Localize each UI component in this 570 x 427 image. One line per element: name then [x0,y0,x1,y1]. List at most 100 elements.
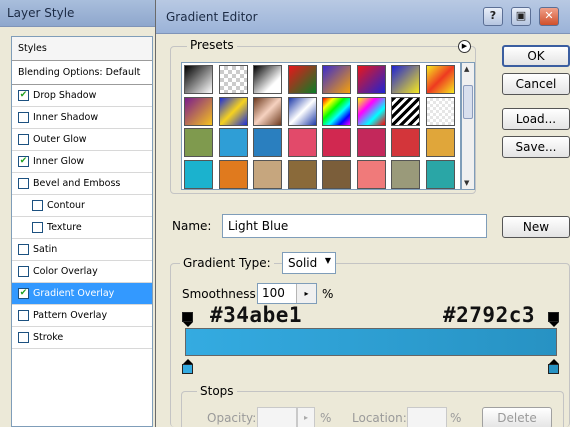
preset-swatch[interactable] [425,65,455,94]
preset-swatch[interactable] [184,128,213,157]
preset-swatch[interactable] [253,128,282,157]
style-item[interactable]: Texture [12,217,152,239]
smoothness-stepper-icon[interactable]: ▸ [296,284,316,303]
opacity-unit: % [320,411,332,425]
style-checkbox[interactable]: ✔ [18,90,29,101]
maximize-button[interactable]: ▣ [511,7,531,26]
preset-swatch[interactable] [322,65,351,94]
style-item[interactable]: ✔ Drop Shadow [12,85,152,107]
style-item-label: Satin [33,244,58,255]
scroll-up-icon[interactable]: ▲ [464,65,469,73]
preset-swatch[interactable] [391,128,420,157]
preset-swatch[interactable] [425,96,455,126]
preset-swatch[interactable] [322,96,351,126]
style-checkbox[interactable]: ✔ [18,288,29,299]
preset-swatch[interactable] [287,96,317,126]
load-button[interactable]: Load... [502,108,570,130]
preset-swatch[interactable] [253,65,282,94]
style-item[interactable]: Bevel and Emboss [12,173,152,195]
style-item-label: Bevel and Emboss [33,178,121,189]
preset-swatch[interactable] [391,159,420,189]
style-item[interactable]: ✔ Inner Glow [12,151,152,173]
gradient-editor-window: Gradient Editor ? ▣ ✕ Presets ▶ ▲ ▼ OK C… [155,0,570,427]
preset-swatch[interactable] [287,128,317,157]
preset-swatch[interactable] [253,96,282,126]
preset-swatch[interactable] [356,128,386,157]
style-checkbox[interactable] [18,112,29,123]
layer-style-titlebar[interactable]: Layer Style [0,0,161,27]
preset-swatch[interactable] [356,96,386,126]
new-button[interactable]: New [502,216,570,238]
delete-button[interactable]: Delete [482,407,552,427]
color-stop-left[interactable] [182,359,193,374]
preset-swatch[interactable] [425,159,455,189]
style-item[interactable]: ✔ Gradient Overlay [12,283,152,305]
style-item-label: Drop Shadow [33,90,97,101]
style-checkbox[interactable]: ✔ [18,156,29,167]
style-item-label: Inner Shadow [33,112,99,123]
color-stop-right[interactable] [548,359,559,374]
style-checkbox[interactable] [18,178,29,189]
blending-options[interactable]: Blending Options: Default [12,61,152,85]
gradient-editor-title: Gradient Editor [166,10,258,24]
style-checkbox[interactable] [18,310,29,321]
style-checkbox[interactable] [32,200,43,211]
preset-swatch[interactable] [184,159,213,189]
opacity-stop-right[interactable] [548,312,559,327]
end-color-annotation: #2792c3 [443,303,536,327]
style-item-label: Contour [47,200,85,211]
gradient-editor-titlebar[interactable]: Gradient Editor ? ▣ ✕ [156,0,570,34]
style-checkbox[interactable] [18,332,29,343]
preset-swatch[interactable] [425,128,455,157]
style-item[interactable]: Outer Glow [12,129,152,151]
preset-swatch[interactable] [356,65,386,94]
gradient-type-value: Solid [288,256,318,270]
save-button[interactable]: Save... [502,136,570,158]
location-field[interactable] [407,407,447,427]
style-checkbox[interactable] [18,134,29,145]
name-input[interactable]: Light Blue [222,214,487,238]
ok-button[interactable]: OK [502,45,570,67]
style-item[interactable]: Pattern Overlay [12,305,152,327]
preset-swatch[interactable] [322,128,351,157]
opacity-stop-left[interactable] [182,312,193,327]
style-item-label: Texture [47,222,82,233]
style-item[interactable]: Inner Shadow [12,107,152,129]
preset-swatch[interactable] [184,96,213,126]
start-color-annotation: #34abe1 [210,303,303,327]
style-item[interactable]: Stroke [12,327,152,349]
style-checkbox[interactable] [18,244,29,255]
cancel-button[interactable]: Cancel [502,73,570,95]
opacity-stepper-icon[interactable]: ▸ [297,407,315,427]
preset-swatch[interactable] [287,65,317,94]
scroll-thumb[interactable] [463,85,473,119]
preset-swatch[interactable] [218,96,248,126]
preset-swatch[interactable] [356,159,386,189]
style-checkbox[interactable] [32,222,43,233]
preset-swatch[interactable] [218,128,248,157]
preset-swatch[interactable] [391,96,420,126]
scroll-down-icon[interactable]: ▼ [464,179,469,187]
opacity-field[interactable] [257,407,297,427]
style-item-label: Stroke [33,332,64,343]
help-button[interactable]: ? [483,7,503,26]
preset-swatch[interactable] [218,65,248,94]
style-items: ✔ Drop Shadow Inner Shadow Outer Glow ✔ Inner… [12,85,152,349]
preset-swatch[interactable] [184,65,213,94]
close-button[interactable]: ✕ [539,7,559,26]
preset-swatch[interactable] [218,159,248,189]
gradient-preview-bar[interactable] [185,328,557,356]
style-item-label: Gradient Overlay [33,288,115,299]
preset-swatch[interactable] [322,159,351,189]
style-item[interactable]: Contour [12,195,152,217]
play-circle-icon[interactable]: ▶ [458,40,471,53]
styles-header[interactable]: Styles [12,37,152,61]
presets-scrollbar[interactable]: ▲ ▼ [461,62,475,190]
preset-swatch[interactable] [391,65,420,94]
style-checkbox[interactable] [18,266,29,277]
style-item[interactable]: Color Overlay [12,261,152,283]
style-item[interactable]: Satin [12,239,152,261]
preset-swatch[interactable] [253,159,282,189]
preset-swatch[interactable] [287,159,317,189]
gradient-type-select[interactable]: Solid ▼ [282,252,336,274]
